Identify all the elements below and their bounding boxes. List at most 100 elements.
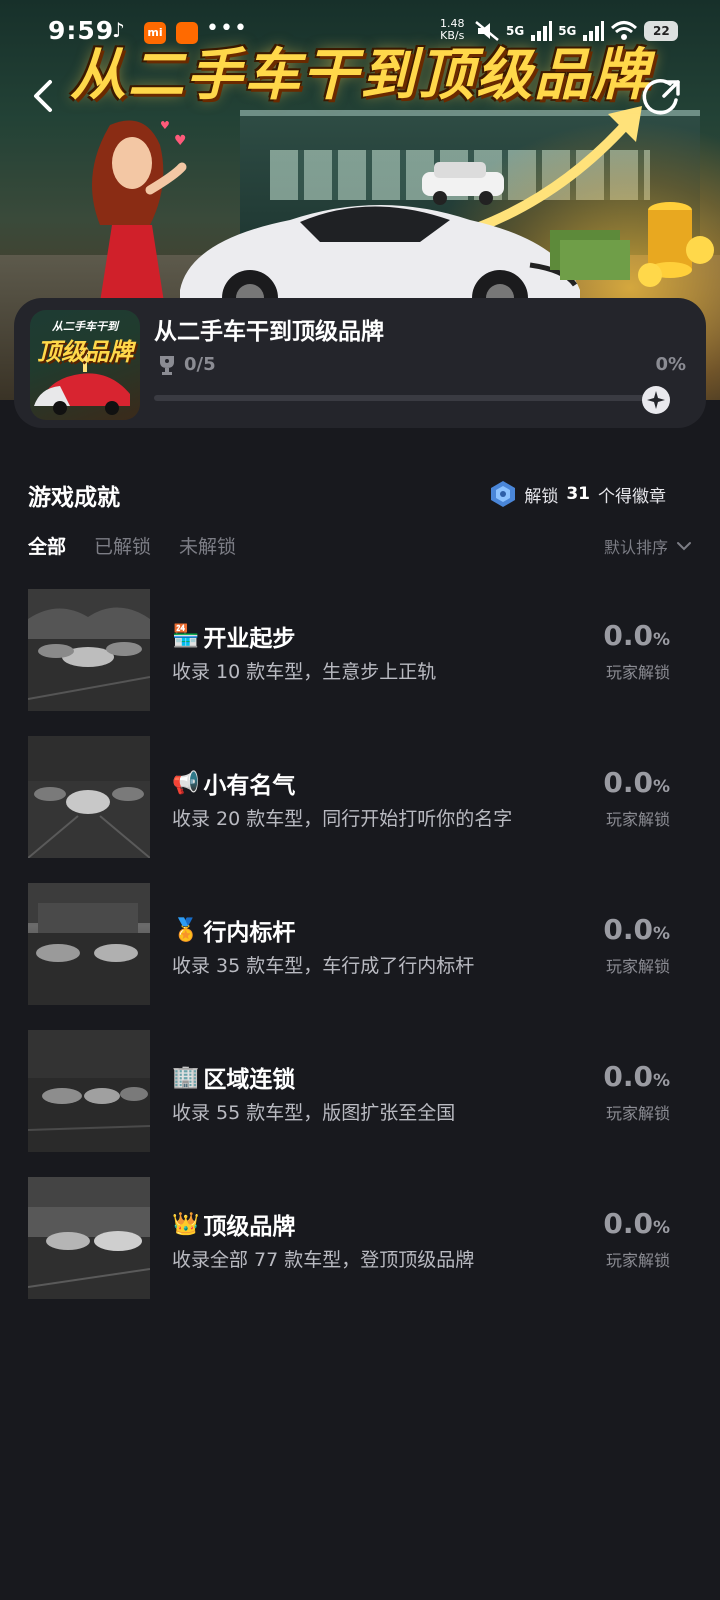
achievement-thumbnail-art [28, 1030, 150, 1152]
progress-end-badge [642, 386, 670, 414]
unlock-rate-label: 玩家解锁 [605, 663, 670, 682]
svg-text:♥: ♥ [174, 133, 187, 149]
sort-label: 默认排序 [603, 538, 668, 557]
sim1-signal-icon [531, 21, 553, 41]
game-icon-title: 顶级品牌 [37, 338, 133, 366]
store-icon: 🏪 [172, 623, 200, 649]
game-info-card: 从二手车干到 顶级品牌 从二手车干到顶级品牌 0/5 0% [14, 298, 706, 428]
sim1-network-type: 5G [506, 24, 525, 38]
achievement-description: 收录全部 77 款车型，登顶顶级品牌 [172, 1249, 475, 1271]
achievement-title-text: 开业起步 [203, 626, 296, 652]
achievement-item[interactable]: 🏅 行内标杆 收录 35 款车型，车行成了行内标杆 0.0% 玩家解锁 [28, 883, 692, 1030]
unlock-rate-unit: % [652, 1071, 670, 1091]
achievement-thumbnail [28, 589, 150, 711]
unlock-rate-label: 玩家解锁 [605, 957, 670, 976]
achievement-thumbnail [28, 1177, 150, 1299]
achievement-thumbnail [28, 883, 150, 1005]
achievement-thumbnail [28, 1030, 150, 1152]
achievement-title-text: 顶级品牌 [203, 1214, 296, 1240]
unlock-rate-label: 玩家解锁 [605, 810, 670, 829]
achievement-thumbnail-art [28, 589, 150, 711]
network-speed-unit: KB/s [440, 29, 465, 42]
unlock-rate-label: 玩家解锁 [605, 1104, 670, 1123]
achievement-title: 📢 小有名气 [172, 766, 295, 800]
achievement-progress-bar [154, 395, 654, 401]
tiktok-notification-icon: ♪ [112, 18, 125, 42]
more-notifications-icon: ••• [206, 16, 248, 41]
badge-suffix: 个得徽章 [598, 486, 666, 507]
achievement-item[interactable]: 👑 顶级品牌 收录全部 77 款车型，登顶顶级品牌 0.0% 玩家解锁 [28, 1177, 692, 1324]
badge-prefix: 解锁 [524, 486, 559, 507]
achievement-item[interactable]: 🏪 开业起步 收录 10 款车型，生意步上正轨 0.0% 玩家解锁 [28, 589, 692, 736]
achievement-title: 🏪 开业起步 [172, 619, 295, 653]
achievement-description: 收录 55 款车型，版图扩张至全国 [172, 1102, 456, 1124]
status-bar: 9:59 ♪ mi ••• 1.48 KB/s 5G 5G 22 [0, 0, 720, 64]
unlock-rate-value: 0.0 [603, 766, 653, 799]
mi-notification-icon: mi [144, 22, 166, 44]
unlock-rate-unit: % [652, 1218, 670, 1238]
achievement-unlock-rate: 0.0% [603, 913, 670, 946]
achievement-progress-count: 0/5 [184, 354, 216, 375]
unlock-rate-unit: % [652, 924, 670, 944]
mute-icon [475, 21, 499, 41]
wifi-icon [611, 21, 638, 40]
game-title: 从二手车干到顶级品牌 [154, 319, 384, 345]
unlock-rate-unit: % [652, 630, 670, 650]
achievement-item[interactable]: 📢 小有名气 收录 20 款车型，同行开始打听你的名字 0.0% 玩家解锁 [28, 736, 692, 883]
unlock-rate-value: 0.0 [603, 619, 653, 652]
status-time: 9:59 [48, 16, 115, 45]
achievement-description: 收录 20 款车型，同行开始打听你的名字 [172, 808, 513, 830]
achievement-item[interactable]: 🏢 区域连锁 收录 55 款车型，版图扩张至全国 0.0% 玩家解锁 [28, 1030, 692, 1177]
medal-icon: 🏅 [172, 917, 200, 943]
unlock-rate-label: 玩家解锁 [605, 1251, 670, 1270]
achievement-filter-tabs: 全部 已解锁 未解锁 [28, 532, 236, 559]
achievement-thumbnail [28, 736, 150, 858]
sparkle-icon [647, 391, 665, 409]
achievement-title-text: 小有名气 [203, 773, 296, 799]
network-speed: 1.48 KB/s [440, 18, 465, 42]
trophy-icon [160, 356, 174, 375]
achievement-thumbnail-art [28, 1177, 150, 1299]
unlock-rate-unit: % [652, 777, 670, 797]
back-arrow-icon[interactable] [26, 76, 62, 116]
app-notification-icon [176, 22, 198, 44]
sort-dropdown[interactable]: 默认排序 [604, 534, 692, 558]
sim2-signal-icon [583, 21, 605, 41]
achievement-thumbnail-art [28, 736, 150, 858]
achievements-section-title: 游戏成就 [28, 485, 120, 511]
achievement-thumbnail-art [28, 883, 150, 1005]
share-icon[interactable] [640, 76, 684, 118]
office-building-icon: 🏢 [172, 1064, 200, 1090]
tab-locked[interactable]: 未解锁 [179, 532, 236, 559]
achievement-progress-percent: 0% [655, 354, 686, 375]
achievement-title: 👑 顶级品牌 [172, 1207, 295, 1241]
game-icon: 从二手车干到 顶级品牌 [30, 310, 140, 420]
unlock-rate-value: 0.0 [603, 913, 653, 946]
tab-all[interactable]: 全部 [28, 532, 66, 559]
achievement-title: 🏢 区域连锁 [172, 1060, 295, 1094]
achievement-unlock-rate: 0.0% [603, 619, 670, 652]
badge-reward-info[interactable]: 解锁 31 个得徽章 [490, 480, 666, 508]
crown-icon: 👑 [172, 1211, 200, 1237]
tab-unlocked[interactable]: 已解锁 [94, 532, 151, 559]
badge-count: 31 [566, 484, 590, 504]
banner-coins [550, 202, 714, 287]
chevron-down-icon [677, 542, 691, 551]
status-indicators: 5G 5G 22 [474, 16, 679, 46]
sim2-network-type: 5G [558, 24, 577, 38]
achievement-unlock-rate: 0.0% [603, 1207, 670, 1240]
unlock-rate-value: 0.0 [603, 1060, 653, 1093]
battery-icon: 22 [644, 21, 679, 41]
badge-hexagon-icon [491, 481, 516, 507]
unlock-rate-value: 0.0 [603, 1207, 653, 1240]
achievement-title-text: 区域连锁 [203, 1067, 296, 1093]
megaphone-icon: 📢 [172, 770, 200, 796]
achievement-title-text: 行内标杆 [203, 920, 296, 946]
achievement-unlock-rate: 0.0% [603, 766, 670, 799]
achievement-description: 收录 10 款车型，生意步上正轨 [172, 661, 437, 683]
achievement-description: 收录 35 款车型，车行成了行内标杆 [172, 955, 475, 977]
achievement-unlock-rate: 0.0% [603, 1060, 670, 1093]
svg-text:♥: ♥ [160, 119, 170, 132]
achievement-title: 🏅 行内标杆 [172, 913, 295, 947]
achievement-list: 🏪 开业起步 收录 10 款车型，生意步上正轨 0.0% 玩家解锁 📢 小有名气… [28, 589, 692, 1324]
